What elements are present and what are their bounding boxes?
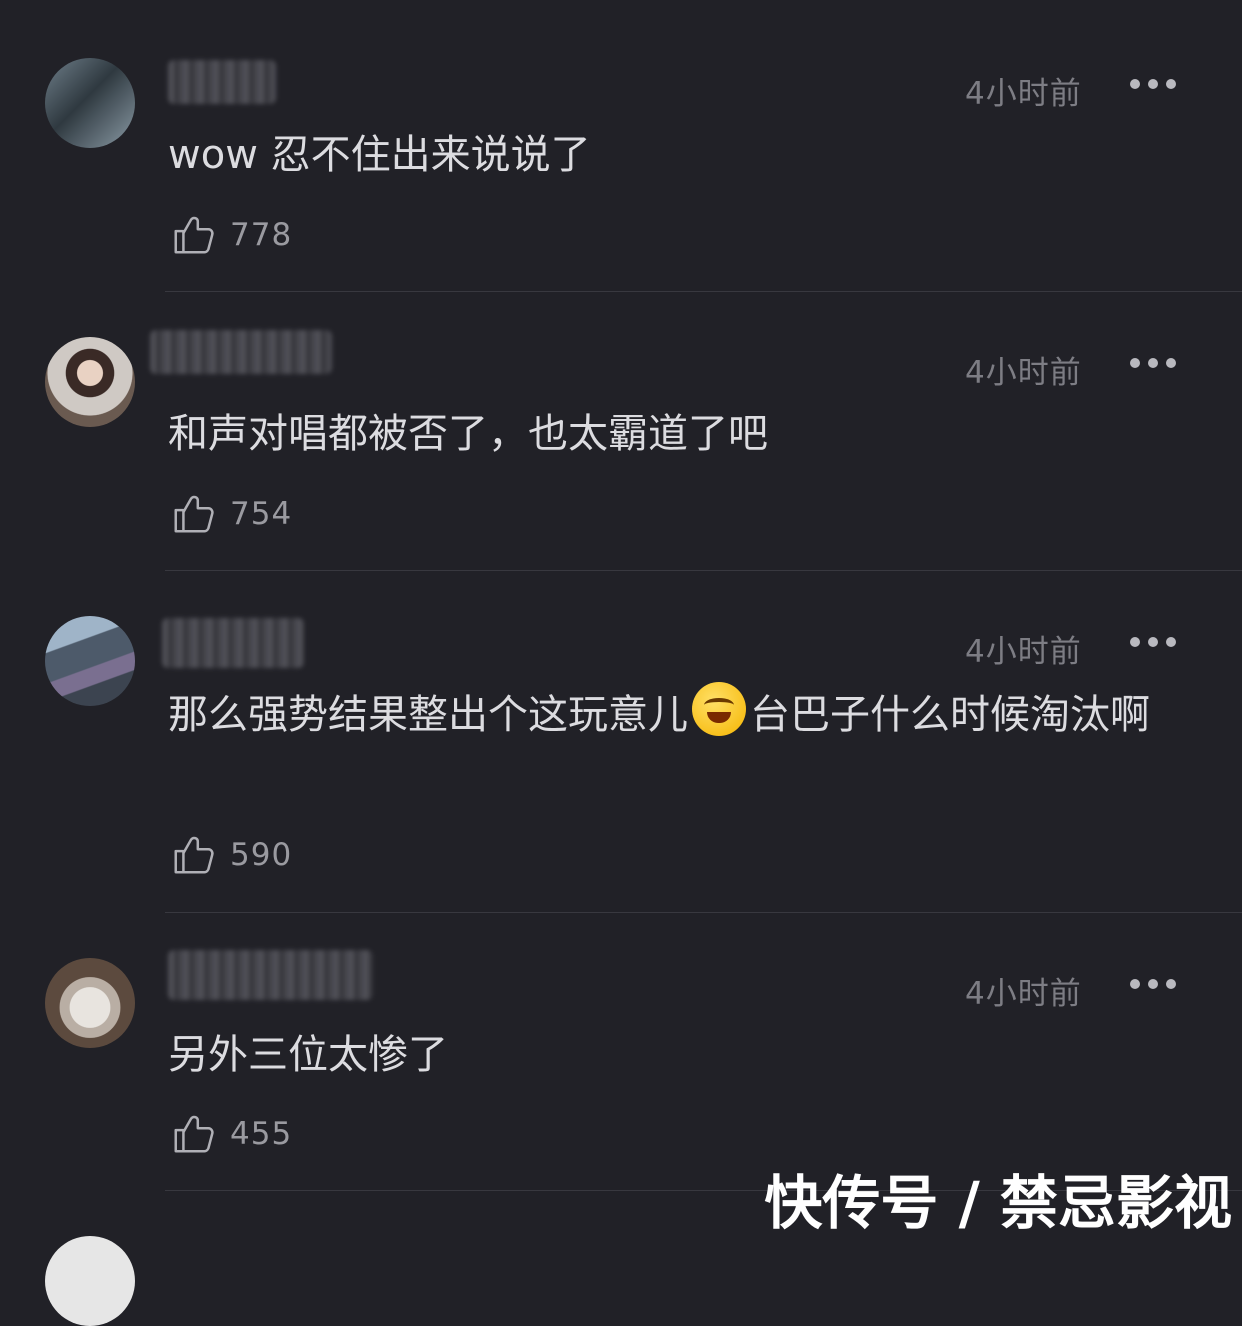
more-options-icon[interactable] (1128, 974, 1178, 994)
username-blurred[interactable] (168, 60, 276, 104)
avatar[interactable] (45, 958, 135, 1048)
comment-time: 4小时前 (965, 355, 1082, 391)
username-blurred[interactable] (168, 950, 373, 1000)
watermark: 快传号 / 禁忌影视 (764, 1169, 1232, 1237)
like-count: 754 (230, 496, 293, 532)
comment-time: 4小时前 (965, 76, 1082, 112)
username-blurred[interactable] (150, 330, 332, 374)
like-count: 778 (230, 217, 293, 253)
comment-time: 4小时前 (965, 634, 1082, 670)
avatar[interactable] (45, 1236, 135, 1326)
comment-text-part: 那么强势结果整出个这玩意儿 (168, 692, 688, 738)
avatar[interactable] (45, 58, 135, 148)
like-button[interactable]: 754 (170, 489, 292, 539)
comment-text: 另外三位太惨了 (168, 1032, 448, 1078)
comment-text: wow 忍不住出来说说了 (168, 132, 591, 178)
avatar[interactable] (45, 616, 135, 706)
thumbs-up-icon (174, 1115, 214, 1153)
divider (165, 912, 1242, 913)
hugging-face-emoji (692, 682, 746, 736)
thumbs-up-icon (174, 495, 214, 533)
avatar[interactable] (45, 337, 135, 427)
like-count: 590 (230, 837, 293, 873)
divider (165, 570, 1242, 571)
divider (165, 291, 1242, 292)
more-options-icon[interactable] (1128, 632, 1178, 652)
thumbs-up-icon (174, 216, 214, 254)
comment-text: 那么强势结果整出个这玩意儿 台巴子什么时候淘汰啊 (168, 682, 1172, 746)
like-button[interactable]: 455 (170, 1109, 292, 1159)
comment-text-part: 台巴子什么时候淘汰啊 (750, 692, 1150, 738)
comment-text: 和声对唱都被否了，也太霸道了吧 (168, 411, 768, 457)
more-options-icon[interactable] (1128, 353, 1178, 373)
comment-time: 4小时前 (965, 976, 1082, 1012)
thumbs-up-icon (174, 836, 214, 874)
like-button[interactable]: 590 (170, 830, 292, 880)
like-button[interactable]: 778 (170, 210, 292, 260)
like-count: 455 (230, 1116, 293, 1152)
username-blurred[interactable] (162, 618, 304, 668)
more-options-icon[interactable] (1128, 74, 1178, 94)
